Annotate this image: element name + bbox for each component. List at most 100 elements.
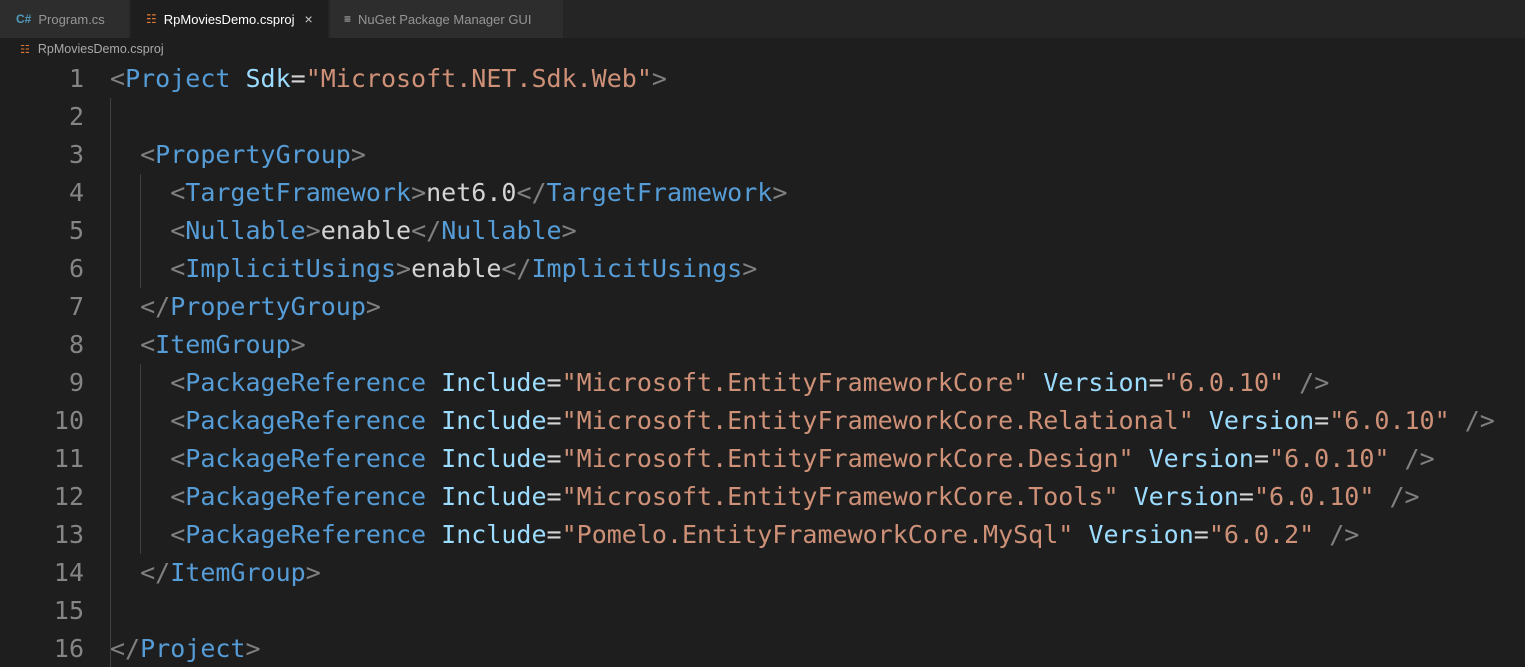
token-punctuation: < xyxy=(170,482,186,511)
line-number: 3 xyxy=(68,140,84,169)
token-text: = xyxy=(1253,444,1270,473)
token-text: = xyxy=(546,406,562,435)
token-punctuation: > xyxy=(561,216,577,245)
code-text: <Project Sdk="Microsoft.NET.Sdk.Web"> xyxy=(110,60,667,98)
token-punctuation: /> xyxy=(1389,482,1420,511)
line-number: 10 xyxy=(53,406,84,435)
tab-program-cs[interactable]: C# Program.cs xyxy=(0,0,130,38)
line-number: 13 xyxy=(53,520,84,549)
tab-nuget-package-manager[interactable]: ≡ NuGet Package Manager GUI xyxy=(330,0,564,38)
rss-file-icon: ☷ xyxy=(146,12,157,26)
token-text: = xyxy=(290,64,306,93)
code-text: <PackageReference Include="Microsoft.Ent… xyxy=(110,440,1434,478)
line-number: 2 xyxy=(68,102,84,131)
code-line[interactable]: 4 <TargetFramework>net6.0</TargetFramewo… xyxy=(0,174,1525,212)
token-tag-name: PackageReference xyxy=(185,444,427,473)
code-line[interactable]: 2 xyxy=(0,98,1525,136)
token-punctuation: /> xyxy=(1299,368,1330,397)
code-line[interactable]: 8 <ItemGroup> xyxy=(0,326,1525,364)
code-line[interactable]: 15 xyxy=(0,592,1525,630)
breadcrumb-file[interactable]: RpMoviesDemo.csproj xyxy=(38,42,164,56)
token-punctuation: > xyxy=(245,634,261,663)
code-line[interactable]: 16 </Project> xyxy=(0,630,1525,667)
token-attribute-value: "6.0.10" xyxy=(1269,444,1390,473)
token-punctuation: </ xyxy=(110,634,141,663)
token-tag-name: Project xyxy=(125,64,231,93)
code-line[interactable]: 14 </ItemGroup> xyxy=(0,554,1525,592)
tab-label: NuGet Package Manager GUI xyxy=(358,11,532,27)
token-tag-name: ItemGroup xyxy=(170,558,306,587)
token-punctuation: < xyxy=(170,444,186,473)
code-line[interactable]: 6 <ImplicitUsings>enable</ImplicitUsings… xyxy=(0,250,1525,288)
code-text: <PackageReference Include="Pomelo.Entity… xyxy=(110,516,1359,554)
code-line[interactable]: 11 <PackageReference Include="Microsoft.… xyxy=(0,440,1525,478)
code-line[interactable]: 12 <PackageReference Include="Microsoft.… xyxy=(0,478,1525,516)
token-punctuation: < xyxy=(170,520,186,549)
token-attribute-value: "6.0.10" xyxy=(1253,482,1375,511)
code-line[interactable]: 13 <PackageReference Include="Pomelo.Ent… xyxy=(0,516,1525,554)
tab-bar: C# Program.cs ☷ RpMoviesDemo.csproj × ≡ … xyxy=(0,0,1525,38)
token-attribute-name: Version xyxy=(1043,368,1149,397)
token-punctuation: < xyxy=(170,406,186,435)
token-text: enable xyxy=(411,254,502,283)
token-tag-name: PropertyGroup xyxy=(170,292,366,321)
token-tag-name: ImplicitUsings xyxy=(185,254,396,283)
code-line[interactable]: 9 <PackageReference Include="Microsoft.E… xyxy=(0,364,1525,402)
tab-rpmoviesdemo-csproj[interactable]: ☷ RpMoviesDemo.csproj × xyxy=(131,0,329,38)
token-tag-name: ImplicitUsings xyxy=(531,254,743,283)
token-punctuation: </ xyxy=(411,216,442,245)
line-number: 6 xyxy=(68,254,84,283)
token-tag-name: PackageReference xyxy=(185,520,427,549)
line-number: 1 xyxy=(68,64,84,93)
token-attribute-value: "Microsoft.EntityFrameworkCore.Tools" xyxy=(561,482,1119,511)
code-line[interactable]: 1 <Project Sdk="Microsoft.NET.Sdk.Web"> xyxy=(0,60,1525,98)
token-punctuation: > xyxy=(411,178,427,207)
token-tag-name: TargetFramework xyxy=(185,178,412,207)
code-line[interactable]: 5 <Nullable>enable</Nullable> xyxy=(0,212,1525,250)
token-punctuation: > xyxy=(365,292,381,321)
code-text: <PackageReference Include="Microsoft.Ent… xyxy=(110,478,1420,516)
line-number: 7 xyxy=(68,292,84,321)
token-tag-name: TargetFramework xyxy=(546,178,773,207)
token-attribute-value: "Microsoft.EntityFrameworkCore.Relationa… xyxy=(561,406,1194,435)
breadcrumb: ☷ RpMoviesDemo.csproj xyxy=(0,38,1525,60)
token-attribute-name: Include xyxy=(441,368,547,397)
token-punctuation: > xyxy=(396,254,412,283)
token-text: net6.0 xyxy=(426,178,517,207)
code-text: <PackageReference Include="Microsoft.Ent… xyxy=(110,364,1329,402)
token-attribute-value: "Microsoft.NET.Sdk.Web" xyxy=(305,64,652,93)
token-text: = xyxy=(1314,406,1330,435)
token-punctuation: > xyxy=(651,64,667,93)
code-line[interactable]: 3 <PropertyGroup> xyxy=(0,136,1525,174)
token-tag-name: Nullable xyxy=(441,216,562,245)
code-line[interactable]: 10 <PackageReference Include="Microsoft.… xyxy=(0,402,1525,440)
token-attribute-value: "Microsoft.EntityFrameworkCore" xyxy=(561,368,1029,397)
code-line[interactable]: 7 </PropertyGroup> xyxy=(0,288,1525,326)
token-text: = xyxy=(546,482,562,511)
token-attribute-value: "6.0.10" xyxy=(1163,368,1285,397)
close-tab-icon[interactable]: × xyxy=(305,11,313,27)
line-number: 15 xyxy=(53,596,84,625)
token-text: = xyxy=(546,520,562,549)
code-text: </ItemGroup> xyxy=(110,554,321,592)
token-attribute-name: Include xyxy=(441,406,547,435)
code-editor[interactable]: 1 <Project Sdk="Microsoft.NET.Sdk.Web"> 2 3… xyxy=(0,60,1525,667)
code-text: </PropertyGroup> xyxy=(110,288,381,326)
